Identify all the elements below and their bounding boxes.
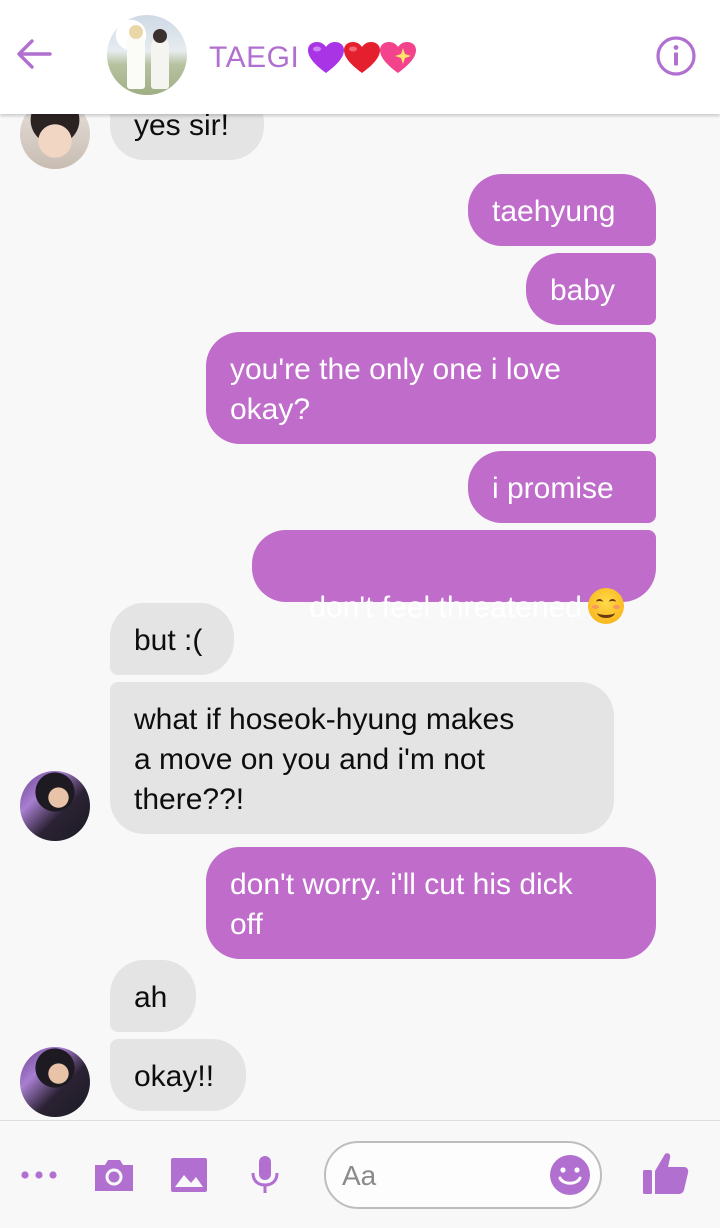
- message-bubble-outgoing: don't worry. i'll cut his dick off: [206, 847, 656, 959]
- message-text: don't feel threatened: [309, 591, 582, 624]
- chat-title-row[interactable]: TAEGI: [209, 36, 417, 80]
- back-button[interactable]: [12, 32, 56, 76]
- message-bubble-outgoing: baby: [526, 253, 656, 325]
- group-avatar[interactable]: [107, 15, 187, 95]
- message-bubble-incoming: ah: [110, 960, 196, 1032]
- more-icon: [21, 1171, 57, 1179]
- message-input[interactable]: [340, 1157, 544, 1195]
- message-list[interactable]: yes sir! taehyung baby you're the only o…: [0, 0, 720, 1120]
- thumbs-up-icon: [643, 1153, 689, 1194]
- contact-avatar[interactable]: [20, 771, 90, 841]
- contact-avatar[interactable]: [20, 1047, 90, 1117]
- purple-heart-icon: [308, 42, 345, 73]
- message-bubble-outgoing: don't feel threatened: [252, 530, 656, 624]
- image-icon: [171, 1158, 207, 1192]
- info-button[interactable]: [654, 34, 698, 78]
- more-button[interactable]: [16, 1152, 62, 1198]
- chat-title: TAEGI: [209, 41, 300, 74]
- red-heart-icon: [344, 42, 381, 73]
- info-icon: [656, 36, 696, 76]
- avatar-figure: [127, 33, 145, 89]
- camera-button[interactable]: [91, 1152, 137, 1198]
- camera-icon: [95, 1160, 133, 1191]
- message-bubble-incoming: okay!!: [110, 1039, 246, 1111]
- smiling-face-icon: [587, 588, 624, 624]
- microphone-icon: [251, 1156, 279, 1193]
- emoji-icon: [550, 1155, 590, 1195]
- message-bubble-outgoing: taehyung: [468, 174, 656, 246]
- gallery-button[interactable]: [166, 1152, 212, 1198]
- sparkling-heart-icon: [380, 42, 417, 73]
- message-bubble-incoming: but :(: [110, 603, 234, 675]
- avatar-figure: [129, 25, 143, 39]
- message-bubble-outgoing: i promise: [468, 451, 656, 523]
- avatar-figure: [153, 29, 167, 43]
- chat-header: TAEGI: [0, 0, 720, 114]
- emoji-button[interactable]: [548, 1153, 592, 1197]
- back-arrow-icon: [17, 39, 52, 69]
- message-bubble-incoming: what if hoseok-hyung makes a move on you…: [110, 682, 614, 834]
- voice-message-button[interactable]: [242, 1152, 288, 1198]
- like-button[interactable]: [640, 1148, 692, 1200]
- message-bubble-outgoing: you're the only one i love okay?: [206, 332, 656, 444]
- avatar-figure: [151, 37, 169, 89]
